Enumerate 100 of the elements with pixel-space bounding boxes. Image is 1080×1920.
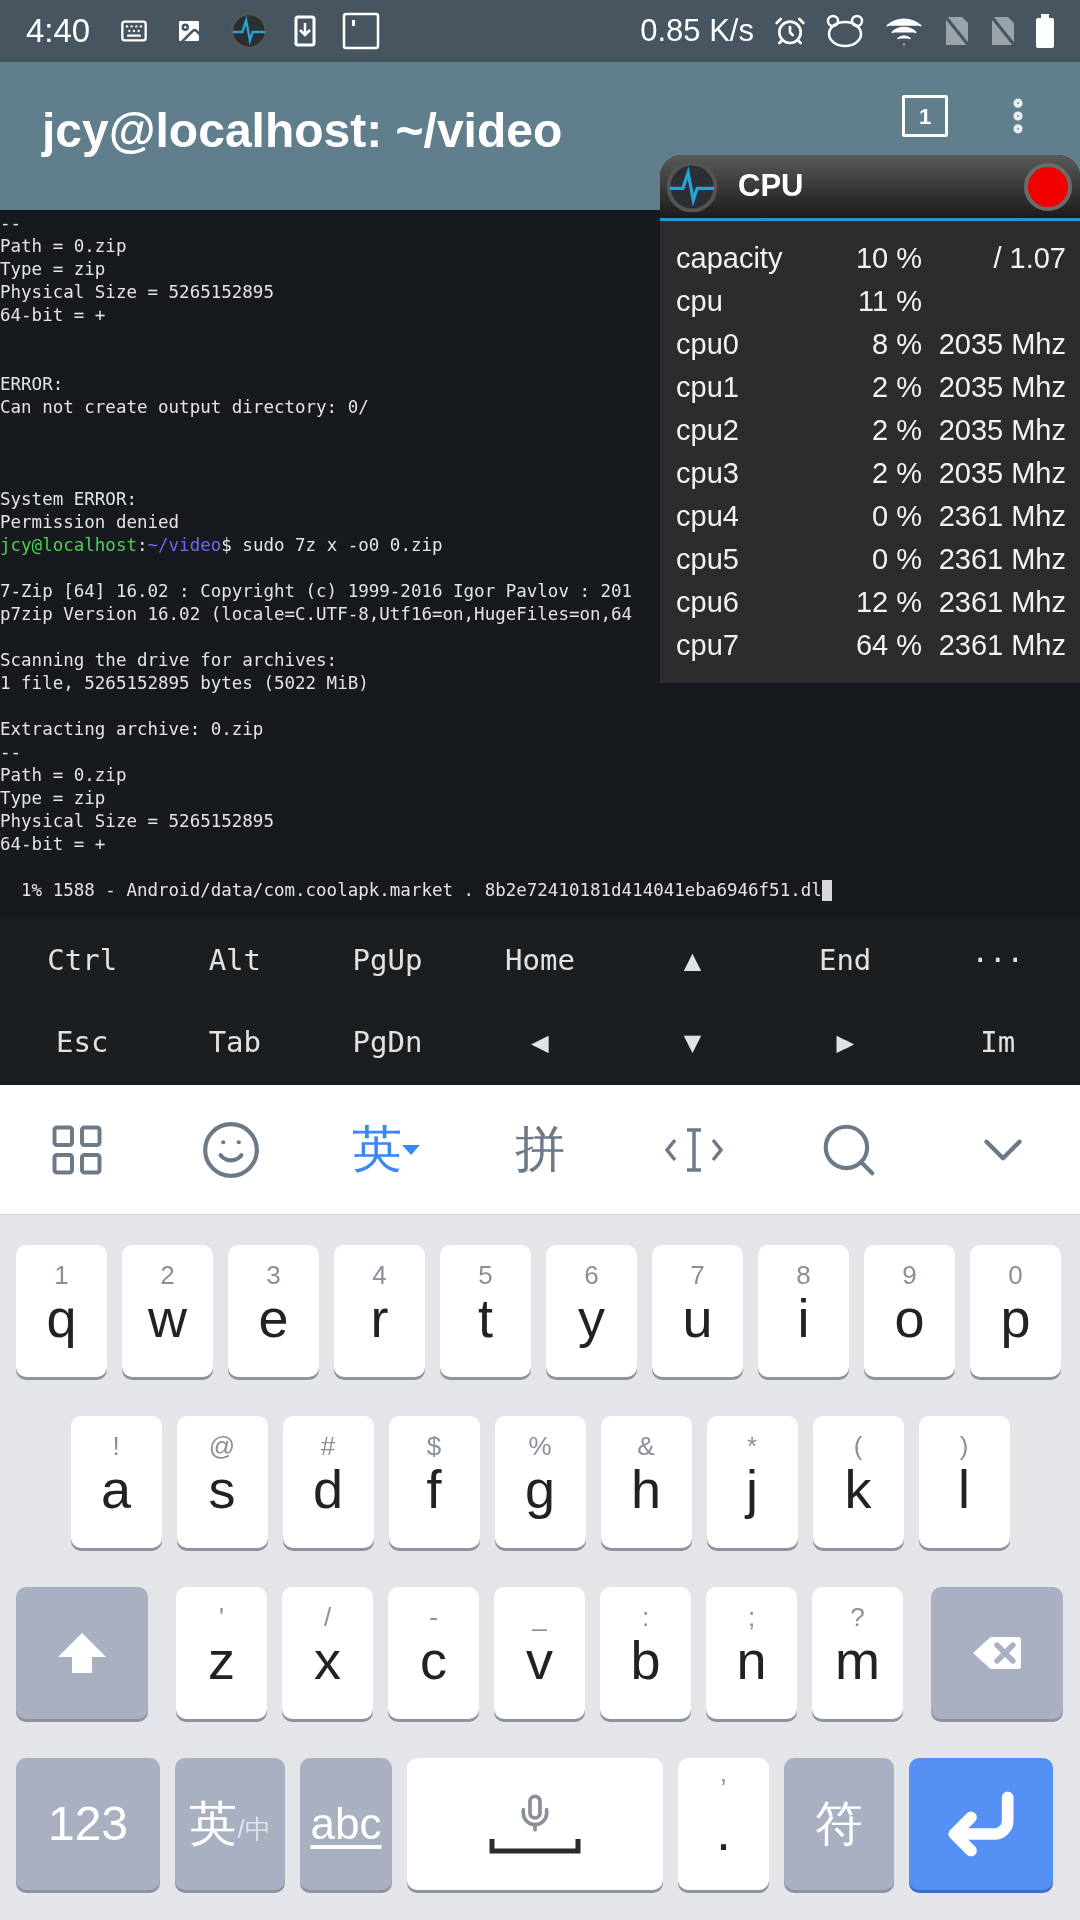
keyboard-key[interactable]: % g bbox=[494, 1416, 586, 1548]
cpu-value: 2035 Mhz bbox=[938, 455, 1066, 491]
network-speed: 0.85 K/s bbox=[640, 11, 754, 50]
cpu-name: cpu bbox=[676, 283, 724, 319]
tab-count-button[interactable]: 1 bbox=[902, 95, 948, 137]
extra-key[interactable]: ▲ bbox=[616, 919, 769, 1002]
space-bar-icon bbox=[489, 1839, 581, 1855]
keyboard-key[interactable]: 3 e bbox=[228, 1245, 319, 1377]
cpu-name: cpu4 bbox=[676, 498, 740, 534]
extra-key[interactable]: PgUp bbox=[311, 919, 464, 1002]
cpu-value: 2361 Mhz bbox=[938, 498, 1066, 534]
cpu-percent: 2 % bbox=[871, 412, 922, 448]
terminal-line: Path = 0.zip bbox=[0, 765, 127, 785]
keyboard-key[interactable]: ’ . bbox=[678, 1758, 769, 1890]
alarm-icon bbox=[774, 15, 806, 47]
keyboard-key[interactable]: ; n bbox=[706, 1587, 797, 1719]
keyboard-key[interactable]: ( k bbox=[812, 1416, 904, 1548]
terminal-line: System ERROR: bbox=[0, 489, 137, 509]
cpu-percent: 2 % bbox=[871, 369, 922, 405]
cpu-value: 2361 Mhz bbox=[938, 627, 1066, 663]
space-key[interactable] bbox=[407, 1758, 663, 1890]
terminal-line: Type = zip bbox=[0, 259, 106, 279]
keyboard-key[interactable]: 6 y bbox=[546, 1245, 637, 1377]
keyboard-key[interactable]: @ s bbox=[176, 1416, 268, 1548]
extra-key[interactable]: ◀ bbox=[463, 1001, 617, 1084]
keyboard-key[interactable]: 7 u bbox=[652, 1245, 743, 1377]
enter-key[interactable] bbox=[909, 1758, 1053, 1890]
terminal-line: Permission denied bbox=[0, 512, 180, 532]
cpu-percent: 2 % bbox=[871, 455, 922, 491]
keyboard-key[interactable]: # d bbox=[282, 1416, 374, 1548]
cpu-value: / 1.07 bbox=[993, 240, 1066, 276]
keyboard-key[interactable]: : b bbox=[600, 1587, 691, 1719]
terminal-line: Extracting archive: 0.zip bbox=[0, 719, 264, 739]
pulse-icon bbox=[230, 12, 269, 50]
cpu-value: 2361 Mhz bbox=[938, 541, 1066, 577]
pinyin-tab[interactable]: 拼 bbox=[515, 1112, 565, 1187]
keyboard-key[interactable]: ) l bbox=[918, 1416, 1010, 1548]
keyboard-key[interactable]: - c bbox=[388, 1587, 479, 1719]
terminal-line: 1 file, 5265152895 bytes (5022 MiB) bbox=[0, 673, 369, 693]
backspace-key[interactable] bbox=[931, 1587, 1063, 1719]
keyboard-key[interactable]: _ v bbox=[494, 1587, 585, 1719]
extra-key[interactable]: Alt bbox=[158, 919, 312, 1002]
extra-key[interactable]: ▶ bbox=[768, 1001, 922, 1084]
cpu-value: 2035 Mhz bbox=[938, 369, 1066, 405]
extra-key[interactable]: Tab bbox=[158, 1001, 312, 1084]
keyboard-key[interactable]: $ f bbox=[388, 1416, 480, 1548]
terminal-line: -- bbox=[0, 213, 22, 233]
no-sim-icon bbox=[944, 15, 970, 47]
terminal-line: ERROR: bbox=[0, 374, 64, 394]
extra-key[interactable]: PgDn bbox=[311, 1001, 464, 1084]
cpu-percent: 12 % bbox=[854, 584, 922, 620]
cpu-name: cpu5 bbox=[676, 541, 740, 577]
cpu-percent: 10 % bbox=[854, 240, 922, 276]
terminal-line: 7-Zip [64] 16.02 : Copyright (c) 1999-2016 Igor Pavlov : 201 bbox=[0, 581, 633, 601]
cpu-name: cpu0 bbox=[676, 326, 740, 362]
keyboard-key[interactable]: / x bbox=[282, 1587, 373, 1719]
keyboard-key[interactable]: 4 r bbox=[334, 1245, 425, 1377]
terminal-line: Scanning the drive for archives: bbox=[0, 650, 338, 670]
keyboard-key[interactable]: 0 p bbox=[970, 1245, 1061, 1377]
terminal-line: 64-bit = + bbox=[0, 834, 106, 854]
extra-key[interactable]: Home bbox=[463, 919, 617, 1002]
keyboard-key[interactable]: ! a bbox=[70, 1416, 162, 1548]
battery-icon bbox=[1036, 14, 1054, 48]
extra-key[interactable]: Ctrl bbox=[6, 919, 159, 1002]
close-button[interactable] bbox=[1024, 162, 1072, 211]
terminal-line: 64-bit = + bbox=[0, 305, 106, 325]
command-prompt-line: jcy@localhost:~/video$ sudo 7z x -o0 0.zip bbox=[0, 535, 443, 555]
cpu-name: cpu3 bbox=[676, 455, 740, 491]
extra-key[interactable]: Im bbox=[921, 1001, 1074, 1084]
cpu-value: 2035 Mhz bbox=[938, 412, 1066, 448]
terminal-line: -- bbox=[0, 742, 22, 762]
download-icon bbox=[294, 15, 317, 47]
terminal-line: Physical Size = 5265152895 bbox=[0, 282, 274, 302]
keyboard-key[interactable]: 2 w bbox=[122, 1245, 213, 1377]
clock-time: 4:40 bbox=[26, 11, 91, 52]
terminal-line: Physical Size = 5265152895 bbox=[0, 811, 274, 831]
cpu-percent: 11 % bbox=[857, 283, 922, 319]
cpu-name: capacity bbox=[676, 240, 784, 276]
cpu-percent: 0 % bbox=[871, 541, 922, 577]
shift-arrow-icon bbox=[56, 1631, 108, 1675]
progress-line: 1% 1588 - Android/data/com.coolapk.market . 8b2e72410181d414041eba6946f51.dl bbox=[20, 879, 822, 902]
keyboard-key[interactable]: 8 i bbox=[758, 1245, 849, 1377]
keyboard-key[interactable]: ? m bbox=[812, 1587, 903, 1719]
keyboard-key[interactable]: 9 o bbox=[864, 1245, 955, 1377]
extra-key[interactable]: ▼ bbox=[616, 1001, 769, 1084]
language-tab[interactable]: 英 bbox=[351, 1112, 420, 1187]
cpu-name: cpu1 bbox=[676, 369, 740, 405]
no-sim-icon bbox=[990, 15, 1016, 47]
shift-key[interactable] bbox=[16, 1587, 148, 1719]
cpu-name: cpu2 bbox=[676, 412, 740, 448]
extra-key[interactable]: Esc bbox=[6, 1001, 159, 1084]
keyboard-key[interactable]: 5 t bbox=[440, 1245, 531, 1377]
terminal-line: Path = 0.zip bbox=[0, 236, 127, 256]
extra-key[interactable]: End bbox=[768, 919, 922, 1002]
bear-icon bbox=[826, 14, 864, 48]
keyboard-key[interactable]: 1 q bbox=[16, 1245, 107, 1377]
keyboard-key[interactable]: ' z bbox=[176, 1587, 267, 1719]
keyboard-key[interactable]: * j bbox=[706, 1416, 798, 1548]
extra-key[interactable]: ··· bbox=[921, 919, 1074, 1002]
keyboard-key[interactable]: & h bbox=[600, 1416, 692, 1548]
